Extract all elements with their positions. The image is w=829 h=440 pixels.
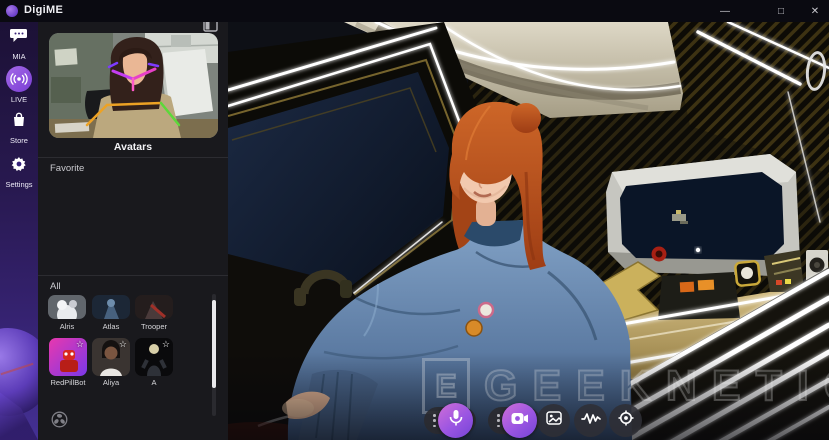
maximize-button[interactable]: □ <box>767 0 795 22</box>
divider <box>38 275 228 276</box>
avatar-tile-atlas[interactable] <box>92 295 130 319</box>
section-all-label: All <box>50 281 61 292</box>
favorite-star-icon[interactable]: ☆ <box>119 339 127 350</box>
avatar-stage[interactable]: E GEEKNETIC <box>228 22 829 440</box>
chat-icon <box>10 28 28 49</box>
video-camera-icon <box>511 412 529 430</box>
sidebar-item-label: LIVE <box>11 95 27 104</box>
microphone-button[interactable] <box>438 403 473 438</box>
sidebar-item-label: Settings <box>5 180 32 189</box>
avatar-tile-trooper[interactable] <box>135 295 173 319</box>
background-button[interactable] <box>537 404 570 437</box>
app-logo-icon <box>6 5 18 17</box>
titlebar: DigiME — □ ✕ <box>0 0 829 22</box>
scrollbar[interactable] <box>212 294 216 416</box>
waveform-icon <box>581 411 601 430</box>
sidebar-item-mia[interactable]: MIA <box>0 28 38 61</box>
sidebar: MIA LIVE Store Settings <box>0 22 38 440</box>
webcam-feed <box>49 33 218 138</box>
favorite-star-icon[interactable]: ☆ <box>76 339 84 350</box>
divider <box>38 157 228 158</box>
avatar-name: RedPillBot <box>46 378 90 387</box>
avatars-panel: Avatars Favorite All Alris Atlas Trooper… <box>38 22 228 440</box>
avatar-tile-aliya[interactable]: ☆ <box>92 338 130 376</box>
kebab-menu-icon <box>497 414 500 427</box>
sidebar-item-label: Store <box>10 136 28 145</box>
avatar-tile-redpillbot[interactable]: ☆ <box>49 338 87 376</box>
tracking-button[interactable] <box>609 404 642 437</box>
effects-button[interactable] <box>574 404 607 437</box>
app-title: DigiME <box>24 4 63 16</box>
avatar-name: A <box>132 378 176 387</box>
spaceship-scene-art <box>228 22 829 440</box>
obs-icon[interactable] <box>51 411 68 428</box>
avatar-name: Trooper <box>132 322 176 331</box>
webcam-preview <box>49 33 218 138</box>
digime-window: DigiME — □ ✕ MIA LIVE Store <box>0 0 829 440</box>
microphone-icon <box>449 409 463 432</box>
store-bag-icon <box>11 112 27 133</box>
sidebar-item-settings[interactable]: Settings <box>0 156 38 189</box>
section-favorite-label: Favorite <box>50 163 84 174</box>
camera-button[interactable] <box>502 403 537 438</box>
sidebar-item-label: MIA <box>12 52 25 61</box>
scrollbar-thumb[interactable] <box>212 300 216 388</box>
avatar-name: Atlas <box>89 322 133 331</box>
minimize-button[interactable]: — <box>711 0 739 22</box>
kebab-menu-icon <box>433 414 436 427</box>
close-button[interactable]: ✕ <box>801 0 829 22</box>
tracking-target-icon <box>618 410 634 431</box>
sidebar-item-live[interactable]: LIVE <box>0 66 38 104</box>
panel-title: Avatars <box>38 141 228 153</box>
avatar-tile-a[interactable]: ☆ <box>135 338 173 376</box>
favorite-star-icon[interactable]: ☆ <box>162 339 170 350</box>
sidebar-item-store[interactable]: Store <box>0 112 38 145</box>
avatar-tile-alris[interactable] <box>48 295 86 319</box>
broadcast-icon <box>6 66 32 92</box>
avatar-name: Aliya <box>89 378 133 387</box>
image-icon <box>546 411 562 430</box>
gear-icon <box>11 156 27 177</box>
avatar-name: Alris <box>45 322 89 331</box>
